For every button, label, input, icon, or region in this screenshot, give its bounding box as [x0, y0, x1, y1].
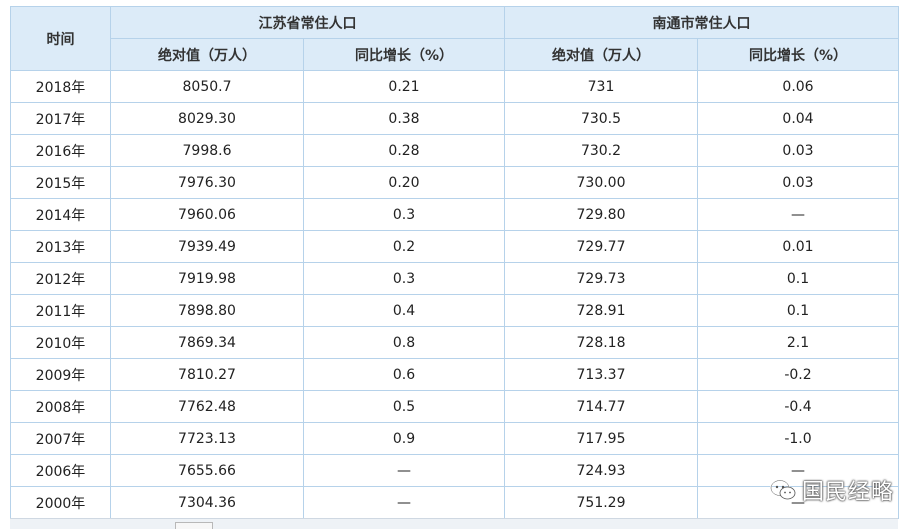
cell-nantong-absolute: 717.95: [504, 422, 698, 455]
cell-jiangsu-absolute: 8050.7: [110, 70, 304, 103]
cell-jiangsu-absolute: 7304.36: [110, 486, 304, 519]
cell-jiangsu-yoy: 0.6: [303, 358, 505, 391]
cell-year: 2009年: [10, 358, 111, 391]
cell-jiangsu-absolute: 7919.98: [110, 262, 304, 295]
cell-jiangsu-yoy: 0.5: [303, 390, 505, 423]
header-nantong-group: 南通市常住人口: [504, 6, 899, 39]
watermark-text: 国民经略: [801, 480, 894, 505]
horizontal-scrollbar[interactable]: [10, 518, 898, 529]
cell-nantong-absolute: 728.91: [504, 294, 698, 327]
cell-jiangsu-yoy: 0.3: [303, 198, 505, 231]
population-table-container: 时间 江苏省常住人口 南通市常住人口 绝对值（万人） 同比增长（%） 绝对值（万…: [10, 6, 899, 519]
cell-jiangsu-absolute: 7939.49: [110, 230, 304, 263]
table-row: 2017年 8029.30 0.38 730.5 0.04: [10, 102, 899, 135]
cell-jiangsu-yoy: 0.20: [303, 166, 505, 199]
cell-year: 2008年: [10, 390, 111, 423]
cell-jiangsu-yoy: 0.3: [303, 262, 505, 295]
cell-jiangsu-yoy: 0.38: [303, 102, 505, 135]
header-jiangsu-group: 江苏省常住人口: [110, 6, 505, 39]
table-row: 2018年 8050.7 0.21 731 0.06: [10, 70, 899, 103]
wechat-icon: [770, 479, 796, 500]
cell-jiangsu-yoy: 0.8: [303, 326, 505, 359]
cell-nantong-yoy: 0.03: [697, 134, 899, 167]
cell-jiangsu-absolute: 7723.13: [110, 422, 304, 455]
cell-year: 2015年: [10, 166, 111, 199]
table-row: 2016年 7998.6 0.28 730.2 0.03: [10, 134, 899, 167]
table-row: 2012年 7919.98 0.3 729.73 0.1: [10, 262, 899, 295]
cell-year: 2013年: [10, 230, 111, 263]
table-row: 2014年 7960.06 0.3 729.80—: [10, 198, 899, 231]
cell-jiangsu-absolute: 7998.6: [110, 134, 304, 167]
watermark: 国民经略: [770, 474, 894, 506]
header-time: 时间: [10, 6, 111, 71]
cell-year: 2016年: [10, 134, 111, 167]
cell-year: 2018年: [10, 70, 111, 103]
cell-year: 2006年: [10, 454, 111, 487]
table-row: 2008年 7762.48 0.5 714.77 -0.4: [10, 390, 899, 423]
header-jiangsu-absolute: 绝对值（万人）: [110, 38, 304, 71]
cell-jiangsu-yoy: 0.9: [303, 422, 505, 455]
cell-year: 2014年: [10, 198, 111, 231]
cell-nantong-yoy: 0.1: [697, 294, 899, 327]
cell-jiangsu-absolute: 7655.66: [110, 454, 304, 487]
table-row: 2013年 7939.49 0.2 729.77 0.01: [10, 230, 899, 263]
table-header: 时间 江苏省常住人口 南通市常住人口 绝对值（万人） 同比增长（%） 绝对值（万…: [10, 6, 899, 71]
cell-nantong-yoy: 0.03: [697, 166, 899, 199]
cell-jiangsu-yoy: 0.2: [303, 230, 505, 263]
table-row: 2007年 7723.13 0.9 717.95 -1.0: [10, 422, 899, 455]
cell-nantong-yoy: 0.1: [697, 262, 899, 295]
cell-nantong-absolute: 729.77: [504, 230, 698, 263]
cell-nantong-absolute: 729.73: [504, 262, 698, 295]
cell-nantong-yoy: —: [697, 198, 899, 231]
table-row: 2011年 7898.80 0.4 728.91 0.1: [10, 294, 899, 327]
table-row: 2015年 7976.30 0.20 730.00 0.03: [10, 166, 899, 199]
cell-nantong-absolute: 728.18: [504, 326, 698, 359]
table-row: 2000年 7304.36—751.29—: [10, 486, 899, 519]
cell-year: 2011年: [10, 294, 111, 327]
cell-nantong-yoy: -1.0: [697, 422, 899, 455]
cell-nantong-absolute: 714.77: [504, 390, 698, 423]
cell-jiangsu-yoy: —: [303, 486, 505, 519]
cell-jiangsu-yoy: —: [303, 454, 505, 487]
header-nantong-yoy: 同比增长（%）: [697, 38, 899, 71]
cell-jiangsu-absolute: 7869.34: [110, 326, 304, 359]
cell-jiangsu-yoy: 0.21: [303, 70, 505, 103]
cell-nantong-absolute: 730.5: [504, 102, 698, 135]
cell-nantong-absolute: 724.93: [504, 454, 698, 487]
header-nantong-absolute: 绝对值（万人）: [504, 38, 698, 71]
cell-jiangsu-absolute: 7810.27: [110, 358, 304, 391]
cell-nantong-yoy: 0.01: [697, 230, 899, 263]
cell-jiangsu-yoy: 0.4: [303, 294, 505, 327]
cell-nantong-yoy: -0.4: [697, 390, 899, 423]
cell-year: 2000年: [10, 486, 111, 519]
cell-year: 2010年: [10, 326, 111, 359]
table-row: 2009年 7810.27 0.6 713.37 -0.2: [10, 358, 899, 391]
cell-jiangsu-absolute: 8029.30: [110, 102, 304, 135]
cell-jiangsu-absolute: 7762.48: [110, 390, 304, 423]
table-row: 2006年 7655.66—724.93—: [10, 454, 899, 487]
cell-nantong-absolute: 729.80: [504, 198, 698, 231]
table-row: 2010年 7869.34 0.8 728.18 2.1: [10, 326, 899, 359]
cell-nantong-yoy: 0.04: [697, 102, 899, 135]
cell-nantong-absolute: 731: [504, 70, 698, 103]
cell-jiangsu-yoy: 0.28: [303, 134, 505, 167]
cell-nantong-yoy: 0.06: [697, 70, 899, 103]
cell-year: 2012年: [10, 262, 111, 295]
population-table: 时间 江苏省常住人口 南通市常住人口 绝对值（万人） 同比增长（%） 绝对值（万…: [10, 6, 899, 519]
cell-jiangsu-absolute: 7960.06: [110, 198, 304, 231]
cell-jiangsu-absolute: 7976.30: [110, 166, 304, 199]
cell-jiangsu-absolute: 7898.80: [110, 294, 304, 327]
header-jiangsu-yoy: 同比增长（%）: [303, 38, 505, 71]
cell-nantong-absolute: 730.00: [504, 166, 698, 199]
cell-nantong-yoy: -0.2: [697, 358, 899, 391]
cell-nantong-absolute: 730.2: [504, 134, 698, 167]
cell-nantong-absolute: 713.37: [504, 358, 698, 391]
cell-nantong-yoy: 2.1: [697, 326, 899, 359]
table-body: 2018年 8050.7 0.21 731 0.06 2017年 8029.30 0.38 73…: [10, 70, 899, 519]
cell-year: 2007年: [10, 422, 111, 455]
cell-year: 2017年: [10, 102, 111, 135]
cell-nantong-absolute: 751.29: [504, 486, 698, 519]
